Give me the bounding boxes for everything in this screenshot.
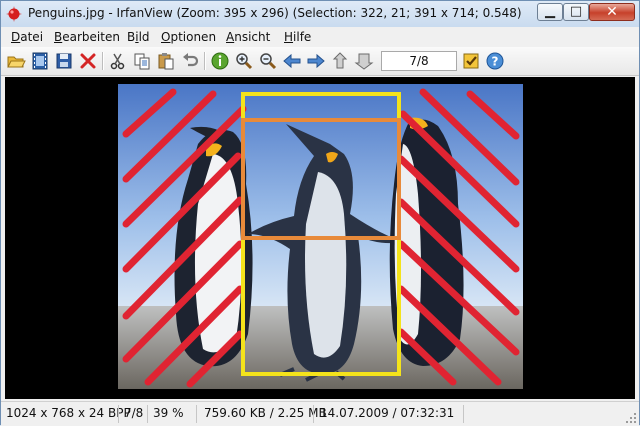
toolbar: 7/8 ? xyxy=(1,47,639,76)
status-index: 7/8 xyxy=(124,406,144,420)
menu-hilfe[interactable]: Hilfe xyxy=(284,30,311,44)
rotate-left-icon[interactable] xyxy=(330,51,350,71)
irfanview-app-icon[interactable] xyxy=(6,6,22,22)
menu-bild[interactable]: Bild xyxy=(127,30,150,44)
page-indicator[interactable]: 7/8 xyxy=(381,51,457,71)
window-title: Penguins.jpg - IrfanView (Zoom: 395 x 29… xyxy=(28,6,522,20)
menu-bar: Datei Bearbeiten Bild Optionen Ansicht H… xyxy=(1,27,639,47)
delete-icon[interactable] xyxy=(78,51,98,71)
rotate-right-icon[interactable] xyxy=(354,51,374,71)
zoom-out-icon[interactable] xyxy=(258,51,278,71)
menu-bearbeiten[interactable]: Bearbeiten xyxy=(54,30,120,44)
next-arrow-icon[interactable] xyxy=(306,51,326,71)
maximize-icon: □ xyxy=(569,4,583,19)
close-button[interactable]: ✕ xyxy=(589,3,635,21)
info-icon[interactable] xyxy=(210,51,230,71)
svg-text:?: ? xyxy=(492,55,499,69)
status-divider xyxy=(313,405,314,423)
help-icon[interactable]: ? xyxy=(485,51,505,71)
cut-scissors-icon[interactable] xyxy=(108,51,128,71)
status-filesize: 759.60 KB / 2.25 MB xyxy=(204,406,327,420)
title-bar[interactable]: Penguins.jpg - IrfanView (Zoom: 395 x 29… xyxy=(1,1,639,27)
menu-datei[interactable]: Datei xyxy=(11,30,43,44)
checkbox-options-icon[interactable] xyxy=(461,51,481,71)
copy-icon[interactable] xyxy=(132,51,152,71)
save-disk-icon[interactable] xyxy=(54,51,74,71)
minimize-icon: ▁ xyxy=(545,4,555,19)
status-divider xyxy=(196,405,197,423)
toolbar-separator xyxy=(102,52,104,70)
penguins-image[interactable] xyxy=(118,84,523,389)
maximize-button[interactable]: □ xyxy=(563,3,589,21)
toolbar-separator xyxy=(204,52,206,70)
status-dimensions: 1024 x 768 x 24 BPP xyxy=(6,406,131,420)
status-datetime: 14.07.2009 / 07:32:31 xyxy=(320,406,455,420)
irfanview-window: Penguins.jpg - IrfanView (Zoom: 395 x 29… xyxy=(0,0,640,426)
menu-optionen[interactable]: Optionen xyxy=(161,30,216,44)
undo-icon[interactable] xyxy=(180,51,200,71)
slideshow-filmstrip-icon[interactable] xyxy=(30,51,50,71)
menu-ansicht[interactable]: Ansicht xyxy=(226,30,270,44)
minimize-button[interactable]: ▁ xyxy=(537,3,563,21)
status-zoom: 39 % xyxy=(153,406,184,420)
status-divider xyxy=(118,405,119,423)
status-divider xyxy=(147,405,148,423)
status-bar: 1024 x 768 x 24 BPP 7/8 39 % 759.60 KB /… xyxy=(1,401,639,426)
zoom-in-icon[interactable] xyxy=(234,51,254,71)
paste-clipboard-icon[interactable] xyxy=(156,51,176,71)
open-folder-icon[interactable] xyxy=(6,51,26,71)
close-icon: ✕ xyxy=(606,4,618,20)
previous-arrow-icon[interactable] xyxy=(282,51,302,71)
status-divider xyxy=(463,405,464,423)
resize-grip-icon[interactable] xyxy=(625,412,637,424)
